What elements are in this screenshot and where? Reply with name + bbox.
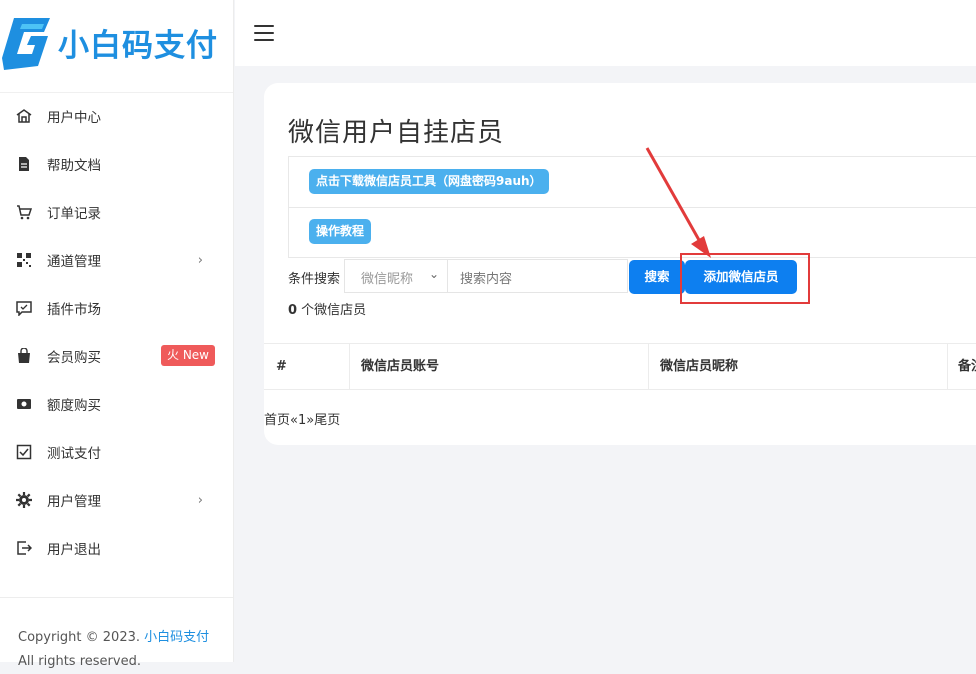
chat-icon [16, 300, 32, 316]
document-icon [16, 156, 32, 172]
column-header-remark: 备注 [958, 359, 976, 374]
copyright-line: Copyright © 2023. 小白码支付 [18, 626, 233, 650]
sidebar-item-help-docs[interactable]: 帮助文档 [0, 140, 233, 188]
divider [289, 207, 976, 208]
search-field-select[interactable]: 微信昵称 ⌄ [344, 259, 448, 293]
download-tool-button[interactable]: 点击下载微信店员工具（网盘密码9auh） [309, 169, 549, 194]
menu-toggle-icon[interactable] [254, 25, 274, 41]
prev-page-link[interactable]: « [290, 413, 298, 428]
sidebar-item-membership[interactable]: 会员购买 火 New [0, 332, 233, 380]
pagination: 首页«1»尾页 [264, 409, 340, 428]
column-divider [947, 344, 948, 389]
first-page-link[interactable]: 首页 [264, 413, 290, 428]
sidebar-menu: 用户中心 帮助文档 订单记录 通道管理 › 插件市场 会员购买 火 New 额度… [0, 92, 233, 572]
count-suffix: 个微信店员 [297, 303, 367, 318]
clerk-table: # 微信店员账号 微信店员昵称 备注 [264, 343, 976, 390]
topbar [235, 0, 976, 66]
column-header-nickname: 微信店员昵称 [660, 359, 739, 374]
sidebar: 小白码支付 用户中心 帮助文档 订单记录 通道管理 › 插件市场 会员购买 火 … [0, 0, 234, 669]
footer-brand-link[interactable]: 小白码支付 [144, 630, 209, 645]
logout-icon [16, 540, 32, 556]
sidebar-item-label: 额度购买 [47, 398, 101, 414]
search-placeholder: 搜索内容 [460, 272, 513, 287]
count-value: 0 [288, 303, 298, 318]
search-label: 条件搜索 [288, 272, 341, 287]
sidebar-item-plugins[interactable]: 插件市场 [0, 284, 233, 332]
column-divider [349, 344, 350, 389]
add-wechat-clerk-button[interactable]: 添加微信店员 [685, 260, 797, 294]
sidebar-item-label: 订单记录 [47, 206, 101, 222]
page-title: 微信用户自挂店员 [288, 118, 505, 148]
sidebar-item-test-pay[interactable]: 测试支付 [0, 428, 233, 476]
sidebar-item-user-manage[interactable]: 用户管理 › [0, 476, 233, 524]
sidebar-item-label: 用户管理 [47, 494, 101, 510]
sidebar-item-label: 用户中心 [47, 110, 101, 126]
copyright-text: Copyright © 2023. [18, 630, 145, 645]
brand-logo-icon[interactable] [0, 14, 52, 74]
chevron-right-icon: › [197, 253, 203, 268]
money-icon [16, 396, 32, 412]
new-badge: 火 New [161, 345, 215, 366]
sidebar-item-label: 用户退出 [47, 542, 101, 558]
qrcode-icon [16, 252, 32, 268]
search-field-value: 微信昵称 [361, 272, 414, 287]
home-icon [16, 108, 32, 124]
checkbox-icon [16, 444, 32, 460]
chevron-right-icon: › [197, 493, 203, 508]
gear-icon [16, 492, 32, 508]
notice-box: 点击下载微信店员工具（网盘密码9auh） 操作教程 [288, 156, 976, 258]
last-page-link[interactable]: 尾页 [314, 413, 340, 428]
sidebar-item-label: 插件市场 [47, 302, 101, 318]
result-count: 0 个微信店员 [288, 299, 366, 318]
column-divider [648, 344, 649, 389]
sidebar-item-user-center[interactable]: 用户中心 [0, 92, 233, 140]
brand-name[interactable]: 小白码支付 [58, 20, 218, 65]
sidebar-item-label: 测试支付 [47, 446, 101, 462]
rights-text: All rights reserved. [18, 654, 141, 669]
sidebar-item-logout[interactable]: 用户退出 [0, 524, 233, 572]
bag-icon [16, 348, 32, 364]
sidebar-item-orders[interactable]: 订单记录 [0, 188, 233, 236]
sidebar-item-quota[interactable]: 额度购买 [0, 380, 233, 428]
sidebar-item-channels[interactable]: 通道管理 › [0, 236, 233, 284]
cart-icon [16, 204, 32, 220]
column-header-account: 微信店员账号 [361, 359, 440, 374]
sidebar-item-label: 通道管理 [47, 254, 101, 270]
brand-header: 小白码支付 [0, 0, 233, 93]
sidebar-item-label: 帮助文档 [47, 158, 101, 174]
search-button[interactable]: 搜索 [629, 260, 685, 294]
tutorial-button[interactable]: 操作教程 [309, 219, 372, 244]
chevron-down-icon: ⌄ [428, 267, 439, 281]
search-input[interactable]: 搜索内容 [448, 259, 628, 293]
column-header-index: # [276, 359, 287, 374]
sidebar-item-label: 会员购买 [47, 350, 101, 366]
content-card: 微信用户自挂店员 点击下载微信店员工具（网盘密码9auh） 操作教程 条件搜索 … [264, 83, 976, 445]
sidebar-footer: Copyright © 2023. 小白码支付 All rights reser… [0, 597, 233, 674]
